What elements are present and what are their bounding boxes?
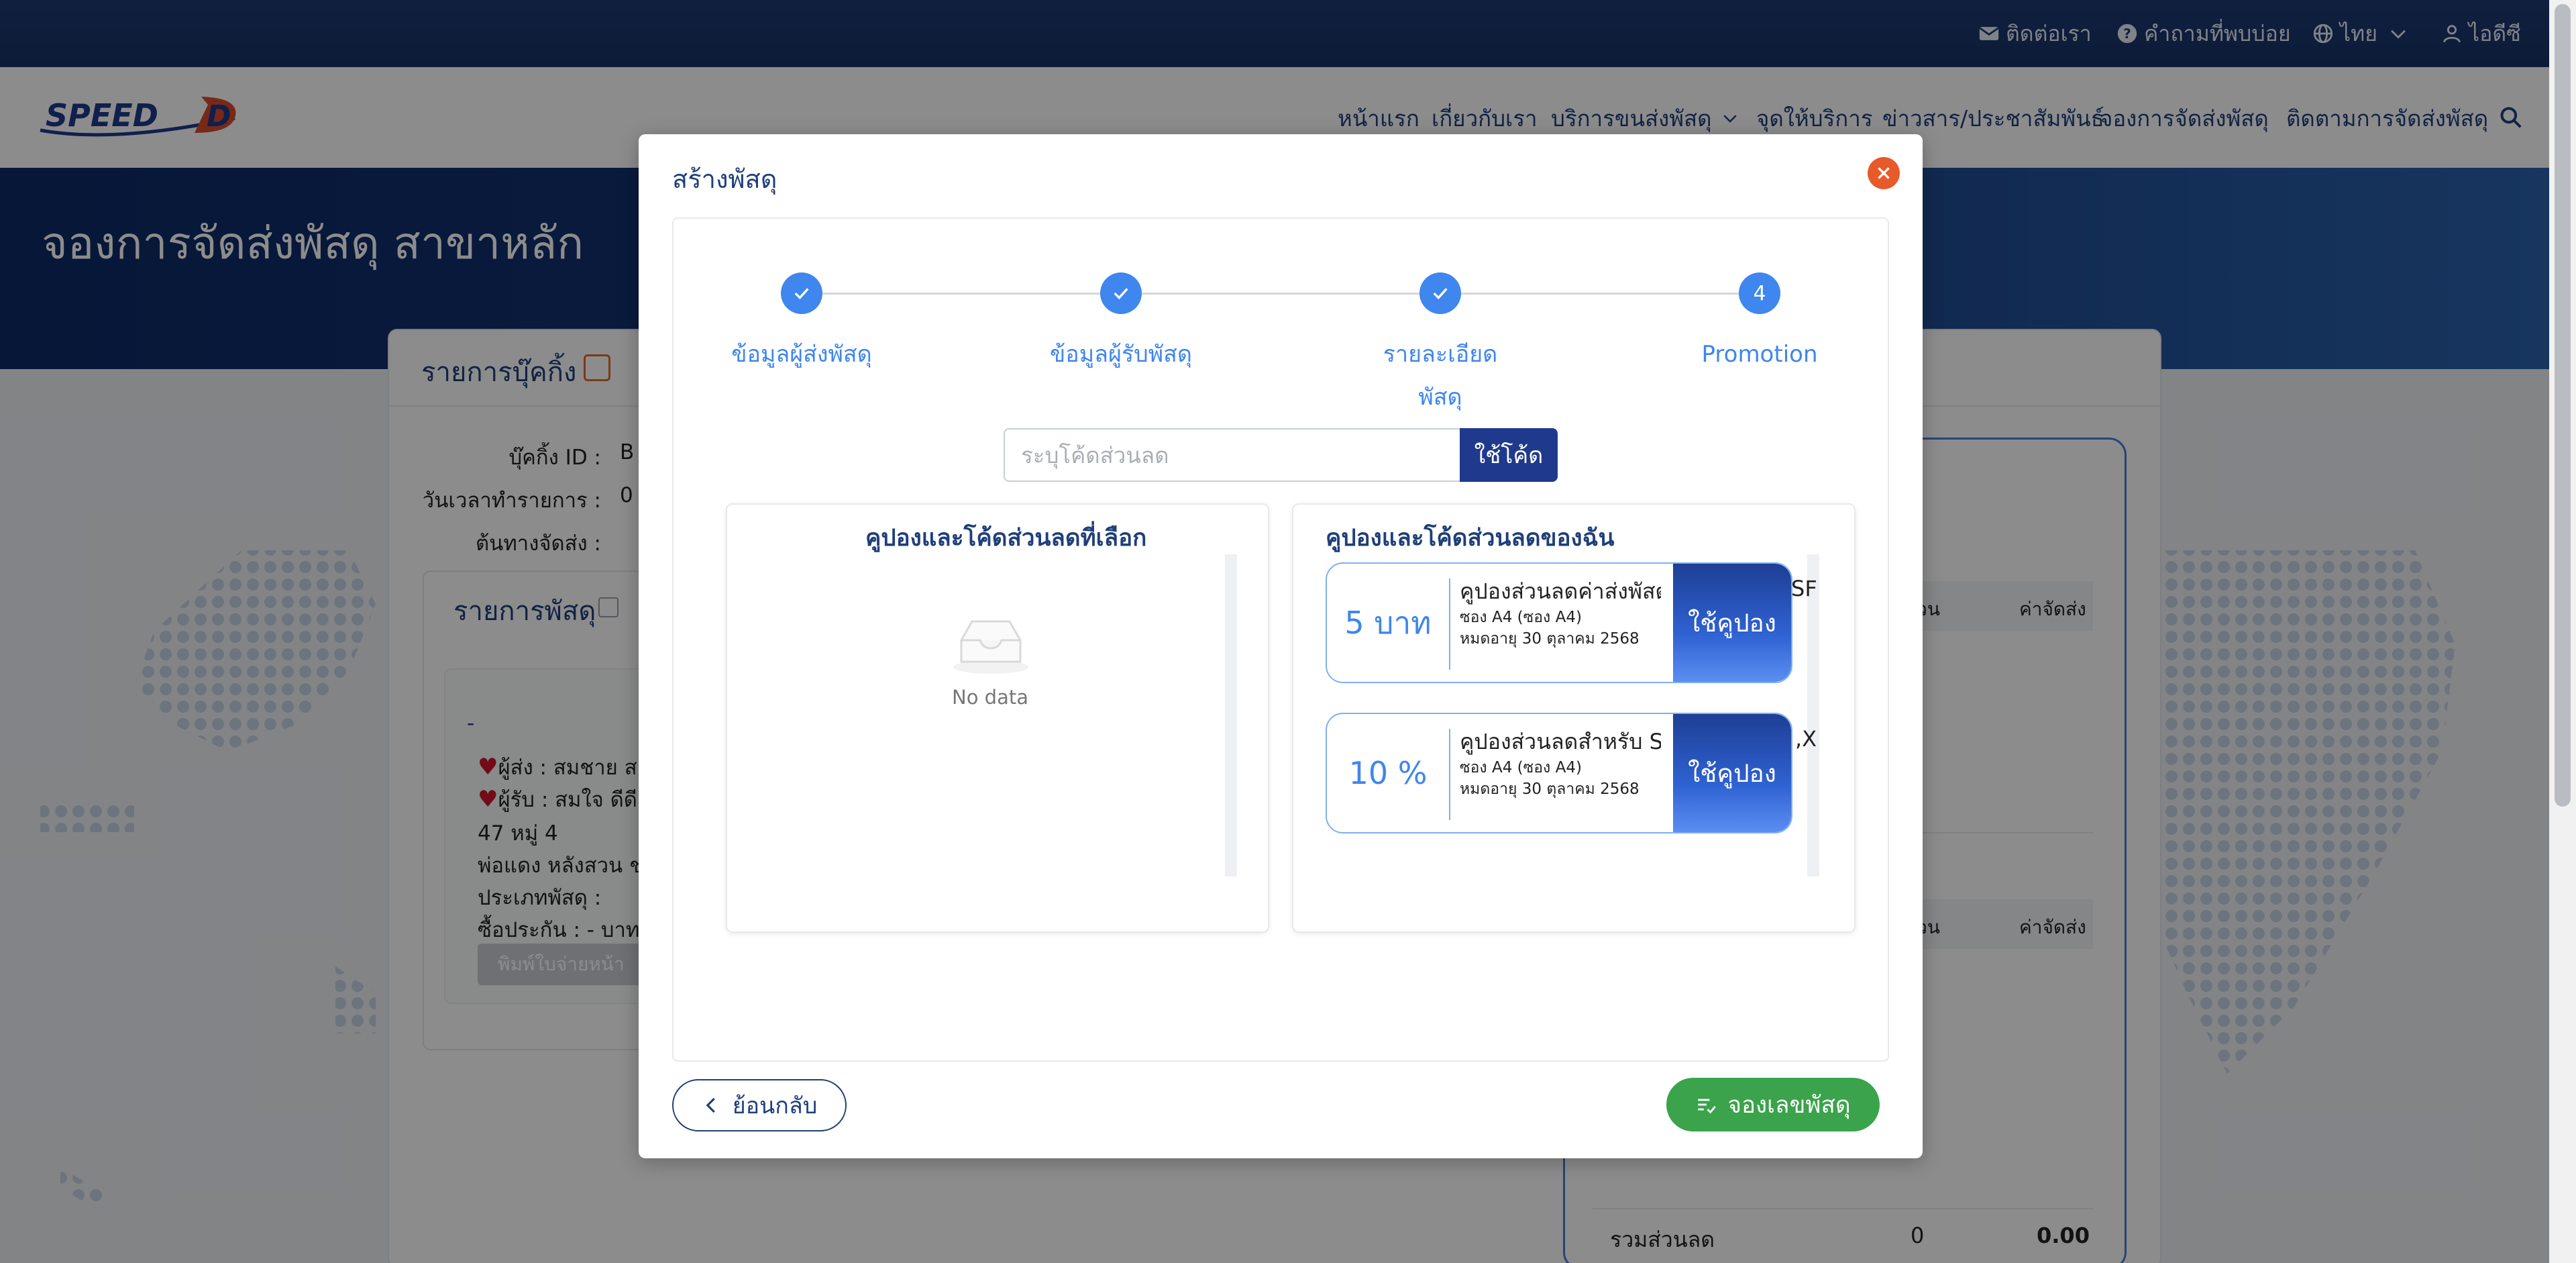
modal-title: สร้างพัสดุ [672,164,777,194]
coupon-card: 5 บาท คูปองส่วนลดค่าส่งพัสดุ 5 ซอง A4 (ซ… [1326,562,1792,683]
step-1-check[interactable] [781,272,822,314]
my-coupons-scrollbar[interactable] [1807,554,1819,876]
book-parcel-label: จองเลขพัสดุ [1727,1091,1851,1119]
coupon-name-overflow: SF [1791,576,1817,601]
coupon-detail: ซอง A4 (ซอง A4) [1460,759,1582,776]
coupon-amount: 10 % [1348,755,1428,791]
coupon-expiry: หมดอายุ 30 ตุลาคม 2568 [1460,630,1640,648]
step-2-label: ข้อมูลผู้รับพัสดุ [1050,341,1192,368]
check-icon [794,288,809,300]
close-icon [1878,167,1890,179]
empty-inbox-icon [953,620,1028,674]
step-2-check[interactable] [1100,272,1142,314]
discount-code-input[interactable] [1004,428,1461,482]
back-button[interactable]: ย้อนกลับ [672,1079,847,1131]
list-check-icon [1698,1099,1717,1114]
coupon-amount: 5 บาท [1344,604,1432,641]
back-button-label: ย้อนกลับ [732,1093,818,1119]
page-scrollbar-thumb[interactable] [2555,4,2571,807]
coupon-expiry: หมดอายุ 30 ตุลาคม 2568 [1460,780,1640,798]
coupon-name: คูปองส่วนลดสำหรับ SPEI [1460,729,1661,754]
apply-code-button[interactable]: ใช้โค้ด [1460,428,1558,482]
close-button[interactable] [1868,157,1900,189]
step-3-check[interactable] [1419,272,1461,314]
coupon-card: 10 % คูปองส่วนลดสำหรับ SPEI ซอง A4 (ซอง … [1326,713,1792,833]
coupon-name: คูปองส่วนลดค่าส่งพัสดุ 5 [1460,578,1661,604]
step-connector [1461,293,1739,295]
step-1-label: ข้อมูลผู้ส่งพัสดุ [731,341,872,368]
chevron-left-icon [706,1097,715,1113]
use-coupon-button[interactable]: ใช้คูปอง [1673,564,1791,682]
check-icon [1114,288,1128,300]
selected-coupons-scrollbar[interactable] [1225,554,1237,876]
step-connector [822,293,1100,295]
selected-coupons-panel [726,503,1269,933]
coupon-info: คูปองส่วนลดสำหรับ SPEI ซอง A4 (ซอง A4) ห… [1460,726,1661,827]
coupon-info: คูปองส่วนลดค่าส่งพัสดุ 5 ซอง A4 (ซอง A4)… [1460,576,1661,676]
coupon-name-overflow: ,X [1795,726,1817,752]
empty-state-text: No data [952,686,1028,709]
step-4-number: 4 [1739,272,1780,314]
step-3-label: รายละเอียด พัสดุ [1383,341,1498,411]
use-coupon-button[interactable]: ใช้คูปอง [1673,714,1791,832]
coupon-detail: ซอง A4 (ซอง A4) [1460,609,1582,626]
step-4-label: Promotion [1701,341,1818,368]
coupon-divider [1449,729,1450,820]
book-parcel-button[interactable]: จองเลขพัสดุ [1666,1078,1880,1131]
my-coupons-title: คูปองและโค้ดส่วนลดของฉัน [1326,525,1615,552]
check-icon [1433,288,1448,300]
step-connector [1142,293,1419,295]
selected-coupons-title: คูปองและโค้ดส่วนลดที่เลือก [865,525,1147,552]
coupon-divider [1449,578,1450,670]
